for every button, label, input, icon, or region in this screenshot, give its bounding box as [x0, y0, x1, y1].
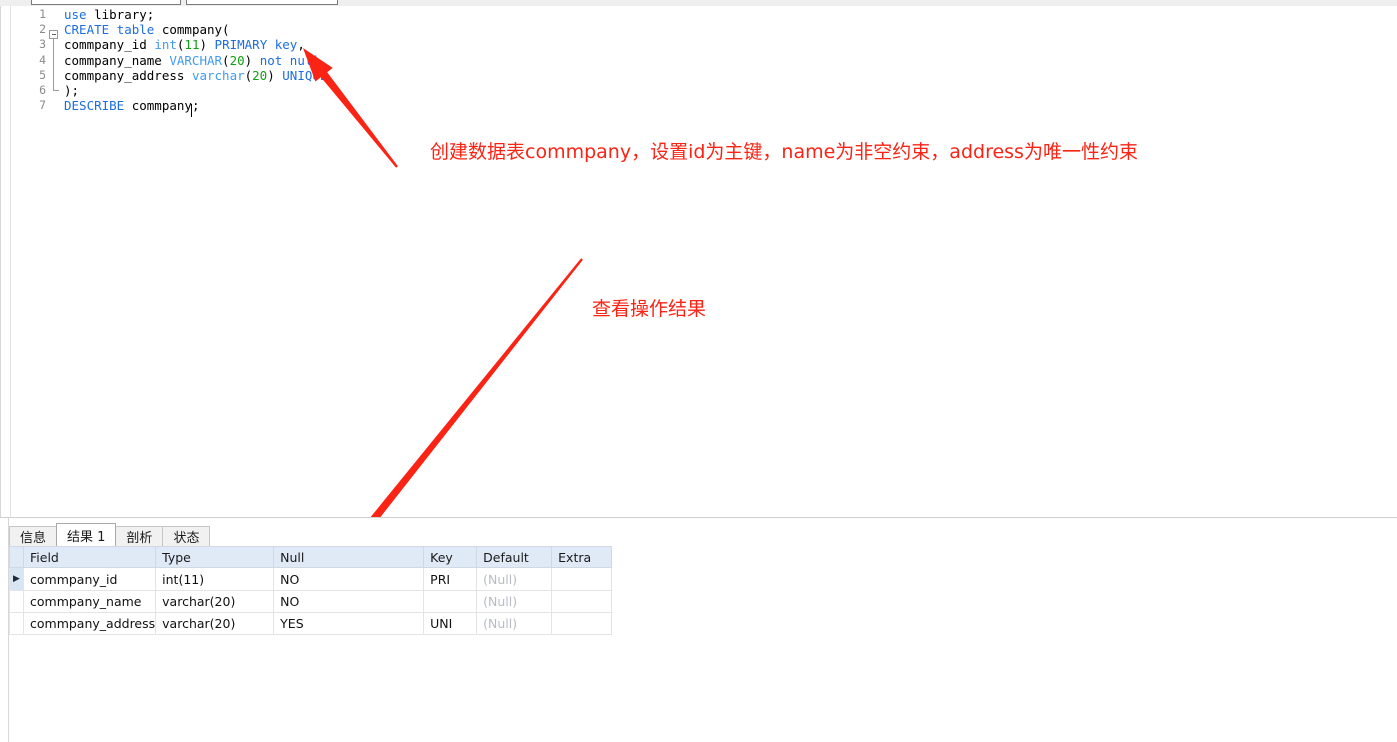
code-fold-bracket-foot [53, 90, 59, 91]
sql-editor-pane[interactable]: 1 use library; 2 CREATE table commpany( 3 com… [0, 6, 1397, 517]
grid-cell-field[interactable]: commpany_name [22, 590, 157, 613]
code-token: DESCRIBE [64, 98, 132, 114]
results-panel: 信息 结果 1 剖析 状态 Field Type Null Key Default Extra … [0, 517, 1397, 742]
code-text: commpany_name VARCHAR(20) not null [64, 53, 320, 68]
describe-result-grid[interactable]: Field Type Null Key Default Extra ▶ commpany_i… [9, 546, 613, 635]
code-token: VARCHAR [169, 52, 223, 68]
table-row[interactable]: ▶ commpany_id int(11) NO PRI (Null) [9, 567, 613, 591]
code-token: ) [244, 52, 260, 68]
table-row[interactable]: commpany_address varchar(20) YES UNI (Null) [9, 612, 613, 635]
code-token: commpany_address [64, 67, 192, 83]
code-token: ) [199, 37, 215, 53]
grid-cell-key[interactable]: PRI [423, 567, 478, 591]
line-number: 4 [39, 52, 46, 67]
annotation-view-result-note: 查看操作结果 [592, 298, 707, 320]
code-text: ); [64, 83, 79, 98]
results-tab[interactable]: 结果 1 [56, 523, 117, 546]
grid-cell-type[interactable]: varchar(20) [155, 590, 275, 613]
grid-column-header-type[interactable]: Type [155, 546, 275, 568]
text-caret [191, 104, 192, 117]
grid-column-header-key[interactable]: Key [423, 546, 478, 568]
code-token: UNIQUE [282, 67, 328, 83]
code-text: commpany_id int(11) PRIMARY key, [64, 37, 305, 52]
toolbar-combo-one[interactable] [31, 0, 181, 5]
code-token: 20 [252, 67, 268, 83]
code-text: commpany_address varchar(20) UNIQUE [64, 68, 327, 83]
results-tab[interactable]: 信息 [9, 526, 58, 546]
line-number: 2 [39, 22, 46, 37]
grid-cell-null[interactable]: YES [273, 612, 425, 635]
code-fold-toggle-icon[interactable] [49, 30, 58, 39]
code-token: commpany_id [64, 37, 155, 53]
toolbar-combo-two[interactable] [186, 0, 338, 5]
annotation-create-table-note: 创建数据表commpany，设置id为主键，name为非空约束，address为… [430, 141, 1138, 163]
row-selector-cell[interactable] [9, 612, 24, 635]
grid-column-header-extra[interactable]: Extra [551, 546, 613, 568]
grid-column-header-default[interactable]: Default [476, 546, 553, 568]
grid-header-row: Field Type Null Key Default Extra [9, 546, 613, 568]
code-token: 20 [229, 52, 245, 68]
code-token: use [64, 7, 95, 22]
grid-header-row-selector [9, 546, 24, 568]
row-selector-cell[interactable]: ▶ [9, 567, 24, 591]
line-number: 6 [39, 82, 46, 97]
code-token: ( [222, 52, 230, 68]
grid-cell-extra[interactable] [551, 612, 613, 635]
grid-body[interactable]: ▶ commpany_id int(11) NO PRI (Null) commpany_n… [9, 567, 613, 635]
grid-cell-null[interactable]: NO [273, 567, 425, 591]
grid-column-header-null[interactable]: Null [273, 546, 425, 568]
code-text: DESCRIBE commpany; [64, 98, 199, 113]
line-number: 7 [39, 98, 46, 113]
line-number: 3 [39, 37, 46, 52]
grid-cell-field[interactable]: commpany_address [22, 612, 157, 635]
results-tab[interactable]: 状态 [162, 526, 211, 546]
results-tab[interactable]: 剖析 [115, 526, 164, 546]
grid-cell-null[interactable]: NO [273, 590, 425, 613]
code-token: not null [259, 52, 320, 68]
grid-cell-type[interactable]: varchar(20) [155, 612, 275, 635]
grid-cell-field[interactable]: commpany_id [22, 567, 157, 591]
grid-cell-extra[interactable] [551, 567, 613, 591]
code-token: 11 [184, 37, 200, 53]
grid-cell-type[interactable]: int(11) [155, 567, 275, 591]
code-token: PRIMARY key [214, 37, 298, 53]
code-token: commpany_name [64, 52, 170, 68]
grid-cell-default[interactable]: (Null) [476, 590, 553, 613]
code-token: int [154, 37, 177, 53]
code-text: use library; [64, 7, 154, 22]
code-fold-bracket [53, 39, 54, 90]
line-number: 5 [39, 67, 46, 82]
code-token: commpany( [161, 22, 230, 38]
grid-cell-default[interactable]: (Null) [476, 612, 553, 635]
results-tabbar[interactable]: 信息 结果 1 剖析 状态 [9, 523, 211, 546]
code-token: , [297, 37, 305, 53]
row-selector-cell[interactable] [9, 590, 24, 613]
grid-column-header-field[interactable]: Field [22, 546, 157, 568]
code-token: varchar [191, 67, 245, 83]
grid-header: Field Type Null Key Default Extra [9, 546, 613, 568]
grid-cell-key[interactable] [423, 590, 478, 613]
grid-cell-key[interactable]: UNI [423, 612, 478, 635]
code-token: CREATE table [64, 22, 162, 38]
table-row[interactable]: commpany_name varchar(20) NO (Null) [9, 590, 613, 613]
code-token: ) [267, 67, 283, 83]
grid-cell-default[interactable]: (Null) [476, 567, 553, 591]
line-number: 1 [39, 7, 46, 21]
code-token: library; [94, 7, 155, 22]
code-token: commpany; [131, 98, 200, 114]
grid-cell-extra[interactable] [551, 590, 613, 613]
code-text: CREATE table commpany( [64, 22, 230, 37]
code-token: ); [64, 82, 80, 98]
